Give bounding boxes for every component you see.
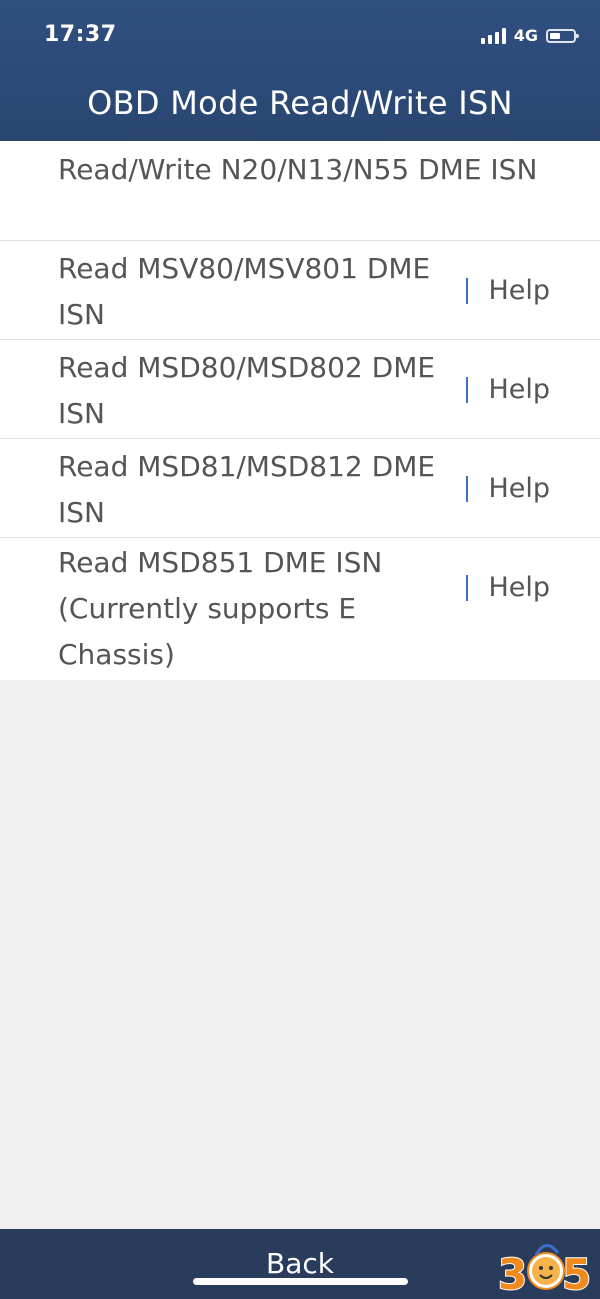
help-divider: [466, 574, 469, 601]
help-button[interactable]: Help: [466, 572, 550, 603]
list-item-msv80[interactable]: Read MSV80/MSV801 DME ISN Help: [0, 241, 600, 340]
list-item-label: Read/Write N20/N13/N55 DME ISN: [58, 153, 538, 186]
help-label: Help: [488, 374, 550, 405]
svg-text:5: 5: [562, 1250, 591, 1295]
isn-function-list: Read/Write N20/N13/N55 DME ISN Read MSV8…: [0, 141, 600, 680]
help-divider: [466, 475, 469, 502]
list-item-label: Read MSD81/MSD812 DME ISN: [58, 450, 436, 529]
brand-watermark-logo: 3 5: [497, 1244, 592, 1295]
status-indicators: 4G: [480, 26, 579, 45]
help-divider: [466, 376, 469, 403]
network-type: 4G: [513, 26, 538, 45]
help-button[interactable]: Help: [466, 275, 550, 306]
home-indicator[interactable]: [193, 1278, 408, 1285]
page-title: OBD Mode Read/Write ISN: [87, 84, 513, 122]
status-bar: 17:37 4G: [0, 0, 600, 70]
help-button[interactable]: Help: [466, 374, 550, 405]
help-divider: [466, 277, 469, 304]
help-label: Help: [488, 572, 550, 603]
app-header: 17:37 4G OBD Mode Read/Write ISN: [0, 0, 600, 141]
list-item-n20-n13-n55[interactable]: Read/Write N20/N13/N55 DME ISN: [0, 141, 600, 241]
help-button[interactable]: Help: [466, 473, 550, 504]
list-item-msd81[interactable]: Read MSD81/MSD812 DME ISN Help: [0, 439, 600, 538]
help-label: Help: [488, 275, 550, 306]
list-item-msd851[interactable]: Read MSD851 DME ISN (Currently supports …: [0, 538, 600, 680]
svg-text:3: 3: [498, 1250, 527, 1295]
list-item-label: Read MSD851 DME ISN (Currently supports …: [58, 546, 383, 671]
status-time: 17:37: [44, 22, 117, 47]
list-item-msd80[interactable]: Read MSD80/MSD802 DME ISN Help: [0, 340, 600, 439]
list-item-label: Read MSD80/MSD802 DME ISN: [58, 351, 436, 430]
battery-icon: [546, 28, 579, 43]
list-item-label: Read MSV80/MSV801 DME ISN: [58, 252, 431, 331]
help-label: Help: [488, 473, 550, 504]
cellular-signal-icon: [480, 27, 506, 44]
